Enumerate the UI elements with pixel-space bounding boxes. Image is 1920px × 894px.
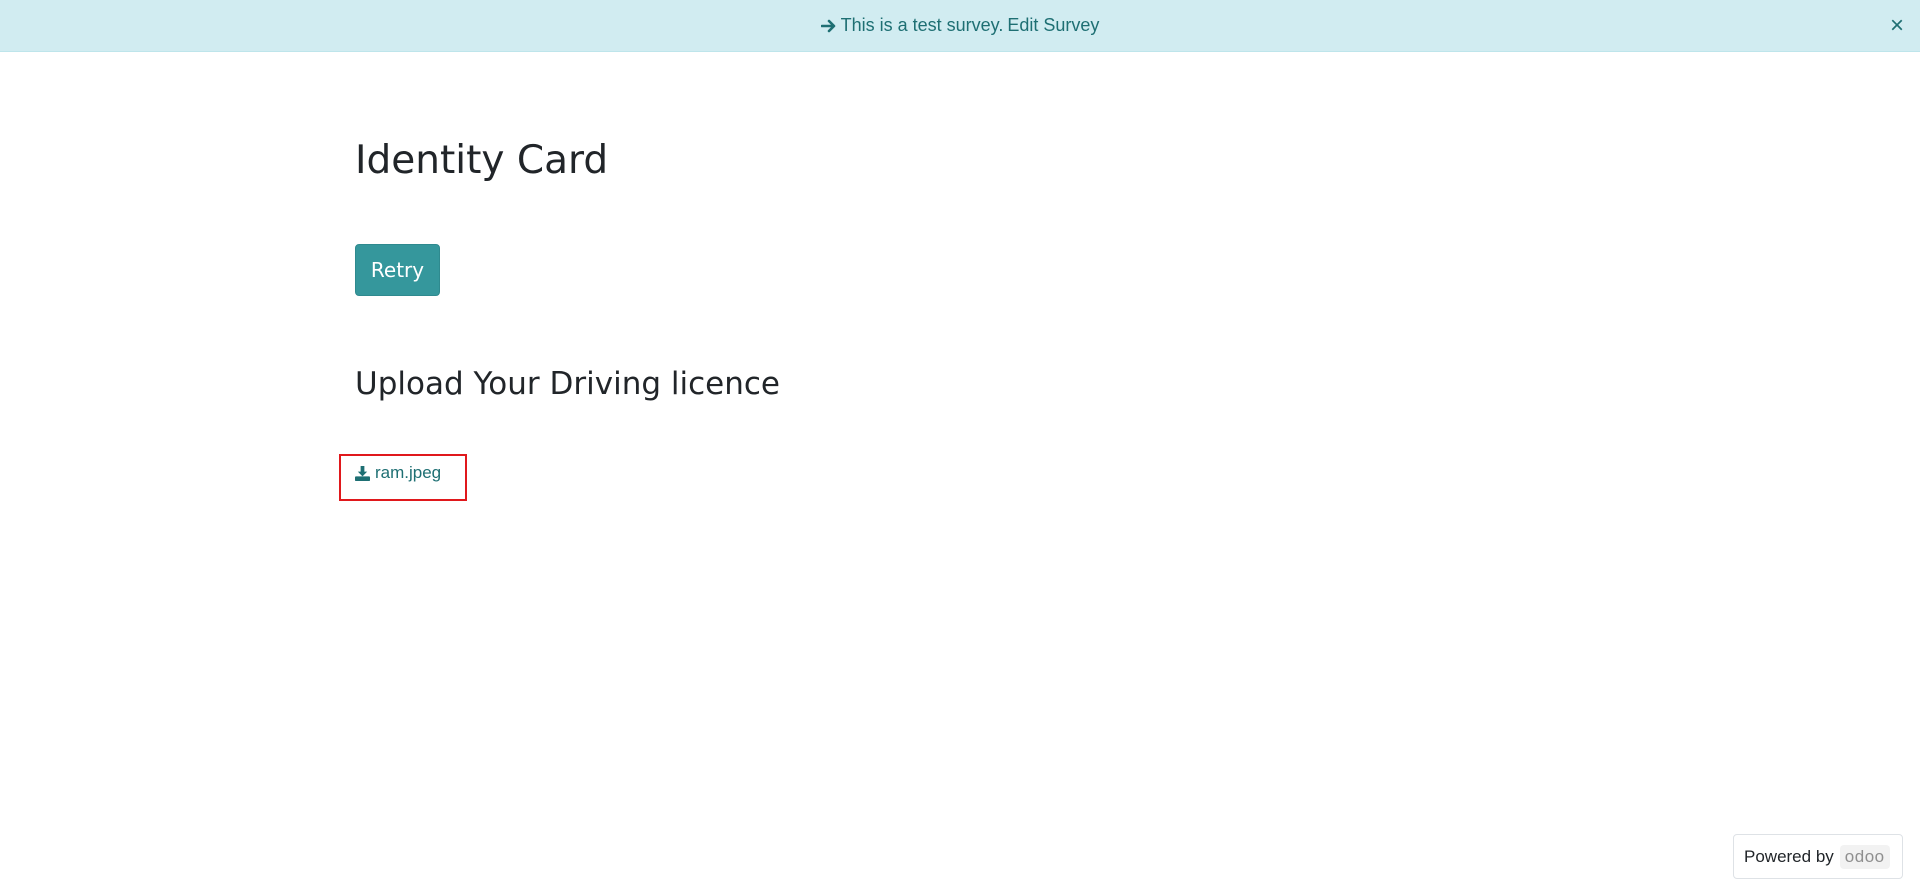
- file-name: ram.jpeg: [375, 463, 442, 482]
- question-title: Upload Your Driving licence: [355, 366, 780, 402]
- survey-title: Identity Card: [355, 138, 609, 183]
- file-download-link[interactable]: ram.jpeg: [355, 463, 441, 483]
- download-icon: [355, 465, 370, 481]
- close-icon[interactable]: ×: [1890, 13, 1904, 38]
- banner-message: This is a test survey.: [840, 15, 1004, 35]
- arrow-right-icon: [820, 19, 835, 32]
- test-survey-banner: This is a test survey. Edit Survey ×: [0, 0, 1920, 52]
- powered-by-label: Powered by: [1744, 846, 1834, 866]
- edit-survey-link[interactable]: Edit Survey: [1007, 15, 1099, 36]
- powered-by-badge: Powered by odoo: [1733, 834, 1903, 879]
- banner-message-container: This is a test survey. Edit Survey: [820, 15, 1099, 36]
- odoo-logo[interactable]: odoo: [1839, 844, 1890, 869]
- retry-button[interactable]: Retry: [355, 244, 440, 296]
